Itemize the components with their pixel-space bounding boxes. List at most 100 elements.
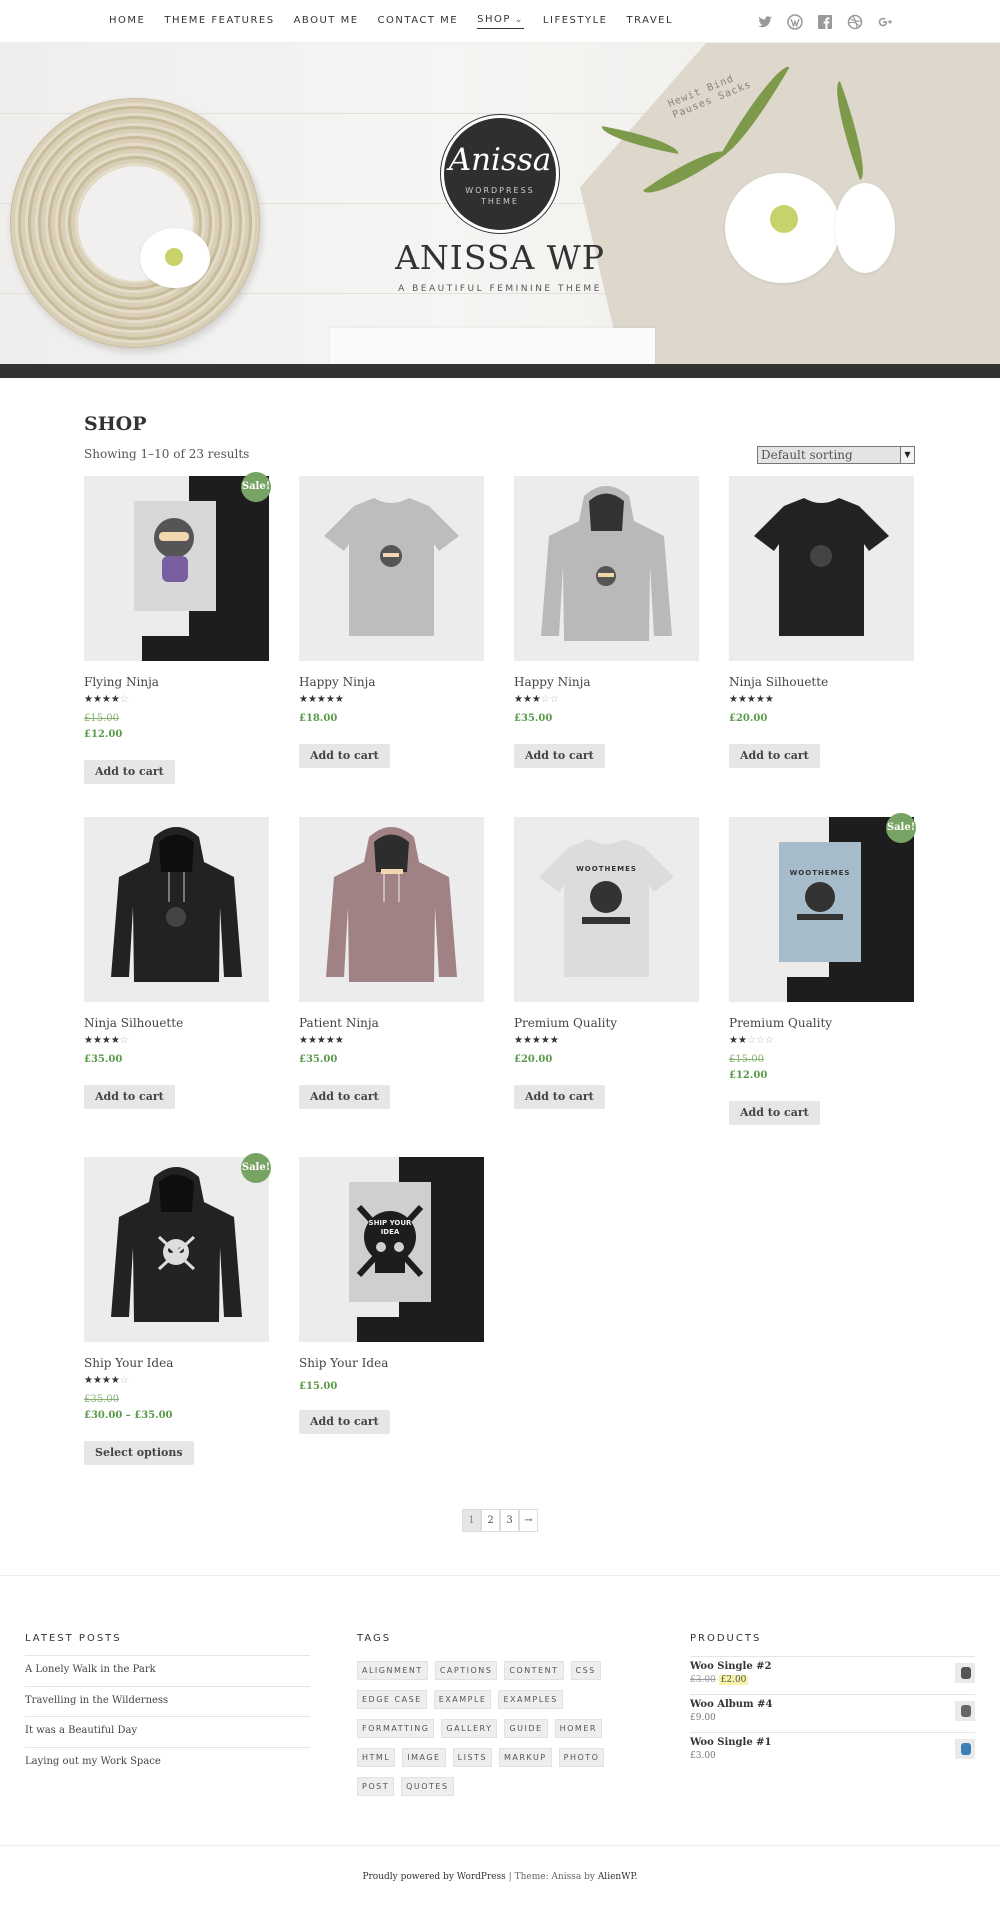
product-price: £3.00	[690, 1751, 716, 1761]
google-plus-icon[interactable]	[877, 14, 893, 30]
product-thumbnail[interactable]	[955, 1663, 975, 1683]
add-to-cart-button[interactable]: Add to cart	[299, 1410, 390, 1434]
site-title[interactable]: ANISSA WP	[0, 238, 1000, 277]
product-link[interactable]: Woo Album #4	[690, 1699, 975, 1710]
product-image[interactable]	[729, 476, 914, 661]
wordpress-icon[interactable]	[787, 14, 803, 30]
top-navigation: HOME THEME FEATURES ABOUT ME CONTACT ME …	[0, 0, 1000, 43]
tag-link[interactable]: CSS	[570, 1661, 601, 1680]
product-list-item[interactable]: Woo Single #2 £3.00 £2.00	[690, 1656, 975, 1694]
menu-item-home[interactable]: HOME	[109, 14, 145, 29]
facebook-icon[interactable]	[817, 14, 833, 30]
menu-item-travel[interactable]: TRAVEL	[626, 14, 673, 29]
tag-link[interactable]: HOMER	[554, 1719, 602, 1738]
latest-post-link[interactable]: Travelling in the Wilderness	[25, 1686, 310, 1716]
tshirt-black-art	[754, 498, 889, 636]
product-list-item[interactable]: Woo Single #1 £3.00	[690, 1732, 975, 1770]
product-image[interactable]: SHIP YOUR IDEA	[299, 1157, 484, 1342]
product-image[interactable]	[514, 476, 699, 661]
page-2-link[interactable]: 2	[481, 1509, 500, 1532]
product-name[interactable]: Premium Quality	[729, 1016, 832, 1030]
product-name[interactable]: Happy Ninja	[514, 675, 591, 689]
product-name[interactable]: Ninja Silhouette	[84, 1016, 183, 1030]
tag-link[interactable]: QUOTES	[401, 1777, 454, 1796]
poster-text-line: SHIP YOUR	[368, 1219, 412, 1227]
product-name[interactable]: Happy Ninja	[299, 675, 376, 689]
product-link[interactable]: Woo Single #2	[690, 1661, 975, 1672]
site-logo[interactable]: Anissa WORDPRESS THEME	[444, 118, 556, 230]
menu-item-contact-me[interactable]: CONTACT ME	[378, 14, 459, 29]
product-image[interactable]	[84, 1157, 269, 1342]
add-to-cart-button[interactable]: Add to cart	[729, 744, 820, 768]
latest-post-link[interactable]: It was a Beautiful Day	[25, 1716, 310, 1746]
header-image: Hewit Bind Pauses Sacks Anissa WORDPRESS …	[0, 43, 1000, 364]
product-name[interactable]: Patient Ninja	[299, 1016, 379, 1030]
price-sale: £12.00	[729, 1070, 768, 1081]
add-to-cart-button[interactable]: Add to cart	[514, 744, 605, 768]
dribbble-icon[interactable]	[847, 14, 863, 30]
tag-link[interactable]: PHOTO	[558, 1748, 605, 1767]
product-image[interactable]: WOOTHEMES	[514, 817, 699, 1002]
result-count: Showing 1–10 of 23 results	[84, 447, 250, 461]
latest-post-link[interactable]: Laying out my Work Space	[25, 1747, 310, 1777]
product-image[interactable]	[84, 476, 269, 661]
price-original: £15.00	[729, 1054, 764, 1065]
next-page-link[interactable]: →	[519, 1509, 538, 1532]
tag-link[interactable]: ALIGNMENT	[357, 1661, 428, 1680]
page-3-link[interactable]: 3	[500, 1509, 519, 1532]
tag-link[interactable]: HTML	[357, 1748, 396, 1767]
tag-link[interactable]: LISTS	[452, 1748, 492, 1767]
menu-item-shop[interactable]: SHOP ⌄	[477, 14, 524, 29]
sorting-select[interactable]: Default sorting ▼	[757, 446, 915, 464]
select-options-button[interactable]: Select options	[84, 1441, 194, 1465]
author-link[interactable]: AlienWP.	[598, 1872, 638, 1882]
add-to-cart-button[interactable]: Add to cart	[299, 744, 390, 768]
page-1: 1	[462, 1509, 481, 1532]
tag-link[interactable]: GUIDE	[504, 1719, 548, 1738]
add-to-cart-button[interactable]: Add to cart	[299, 1085, 390, 1109]
twitter-icon[interactable]	[757, 14, 773, 30]
latest-post-link[interactable]: A Lonely Walk in the Park	[25, 1655, 310, 1685]
tag-link[interactable]: EDGE CASE	[357, 1690, 427, 1709]
main-menu: HOME THEME FEATURES ABOUT ME CONTACT ME …	[109, 14, 692, 29]
wordpress-link[interactable]: Proudly powered by WordPress	[362, 1872, 505, 1882]
add-to-cart-button[interactable]: Add to cart	[729, 1101, 820, 1125]
menu-item-theme-features[interactable]: THEME FEATURES	[164, 14, 274, 29]
product-name[interactable]: Premium Quality	[514, 1016, 617, 1030]
tag-link[interactable]: CAPTIONS	[434, 1661, 498, 1680]
tag-link[interactable]: POST	[357, 1777, 395, 1796]
tag-link[interactable]: MARKUP	[498, 1748, 552, 1767]
product-image[interactable]	[299, 476, 484, 661]
divider	[0, 1845, 1000, 1846]
header-bottom-bar	[0, 364, 1000, 378]
product-thumbnail[interactable]	[955, 1701, 975, 1721]
product-name[interactable]: Flying Ninja	[84, 675, 159, 689]
price-original: £3.00	[690, 1675, 716, 1685]
tag-link[interactable]: EXAMPLE	[433, 1690, 492, 1709]
product-link[interactable]: Woo Single #1	[690, 1737, 975, 1748]
sale-badge: Sale!	[241, 1153, 271, 1183]
logo-script-text: Anissa	[448, 142, 552, 178]
product-image[interactable]: WOOTHEMES	[729, 817, 914, 1002]
menu-label: SHOP	[477, 14, 511, 25]
add-to-cart-button[interactable]: Add to cart	[84, 760, 175, 784]
add-to-cart-button[interactable]: Add to cart	[514, 1085, 605, 1109]
menu-item-lifestyle[interactable]: LIFESTYLE	[543, 14, 608, 29]
product-list-item[interactable]: Woo Album #4 £9.00	[690, 1694, 975, 1732]
tag-link[interactable]: CONTENT	[504, 1661, 564, 1680]
menu-item-about-me[interactable]: ABOUT ME	[294, 14, 359, 29]
add-to-cart-button[interactable]: Add to cart	[84, 1085, 175, 1109]
tag-link[interactable]: IMAGE	[402, 1748, 446, 1767]
product-name[interactable]: Ship Your Idea	[84, 1356, 173, 1370]
product-image[interactable]	[299, 817, 484, 1002]
price: £20.00	[514, 1054, 553, 1065]
tag-link[interactable]: EXAMPLES	[498, 1690, 563, 1709]
product-name[interactable]: Ship Your Idea	[299, 1356, 388, 1370]
tshirt-white-art	[539, 839, 674, 977]
tag-link[interactable]: GALLERY	[441, 1719, 498, 1738]
tag-link[interactable]: FORMATTING	[357, 1719, 435, 1738]
product-thumbnail[interactable]	[955, 1739, 975, 1759]
product-name[interactable]: Ninja Silhouette	[729, 675, 828, 689]
divider	[0, 1575, 1000, 1576]
product-image[interactable]	[84, 817, 269, 1002]
